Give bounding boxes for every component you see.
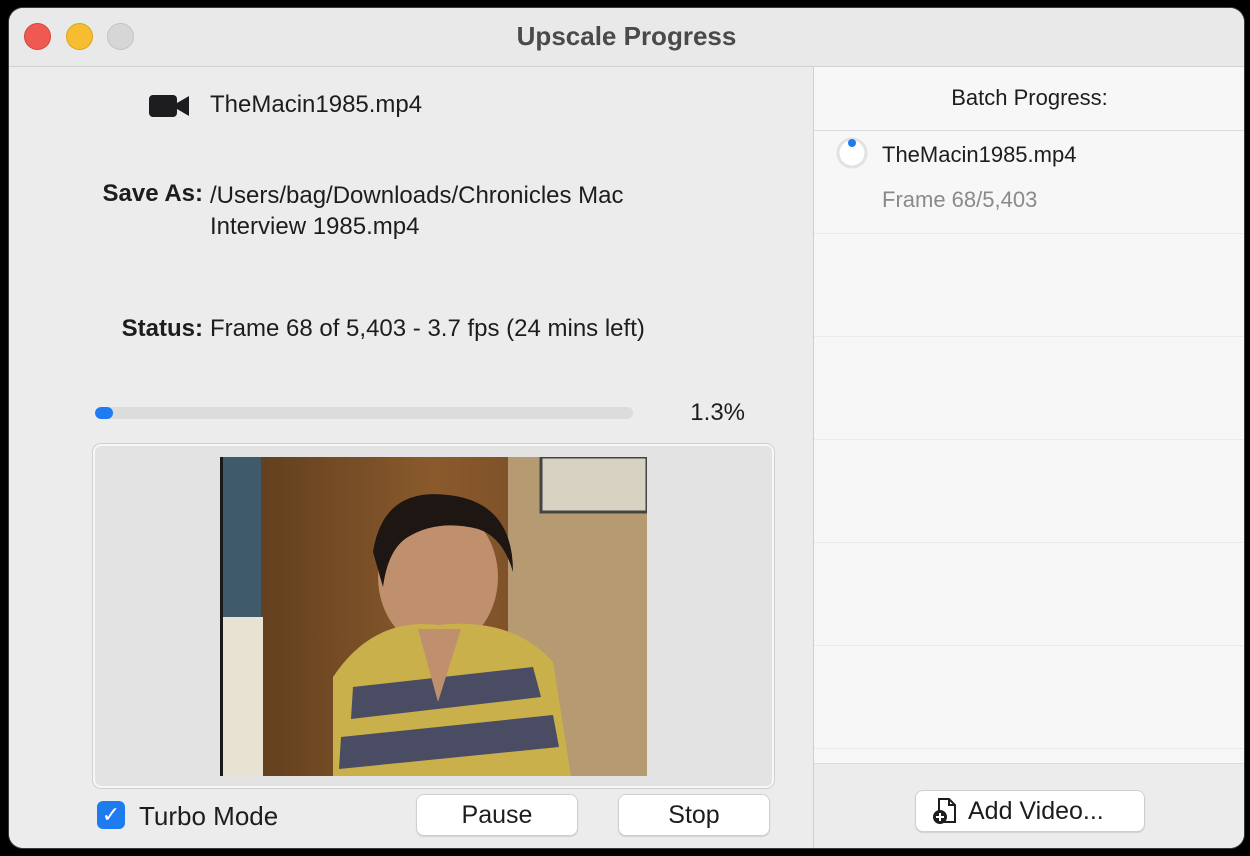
add-video-button[interactable]: Add Video...	[915, 790, 1145, 832]
batch-panel: Batch Progress: TheMacin1985.mp4 Frame 6…	[813, 67, 1244, 848]
add-document-icon	[933, 798, 956, 824]
turbo-mode-checkbox[interactable]: ✓	[97, 801, 125, 829]
job-panel: TheMacin1985.mp4 Save As: /Users/bag/Dow…	[9, 67, 813, 848]
progress-bar-fill	[95, 407, 113, 419]
list-divider	[814, 542, 1244, 543]
batch-progress-header: Batch Progress:	[814, 67, 1244, 131]
video-frame-image	[223, 457, 647, 776]
frame-preview-panel	[93, 444, 774, 788]
window-title: Upscale Progress	[516, 21, 737, 51]
video-frame-preview	[220, 457, 647, 776]
progress-spinner-icon	[836, 137, 868, 169]
source-file-name: TheMacin1985.mp4	[210, 91, 423, 118]
stop-button[interactable]: Stop	[618, 794, 770, 836]
list-divider	[814, 336, 1244, 337]
pause-button[interactable]: Pause	[416, 794, 578, 836]
list-divider	[814, 233, 1244, 234]
list-divider	[814, 439, 1244, 440]
checkmark-icon: ✓	[101, 802, 121, 827]
progress-bar	[95, 407, 633, 419]
status-text: Frame 68 of 5,403 - 3.7 fps (24 mins lef…	[210, 315, 645, 342]
list-divider	[814, 748, 1244, 749]
list-divider	[814, 645, 1244, 646]
save-as-path: /Users/bag/Downloads/Chronicles Mac Inte…	[210, 182, 624, 240]
batch-item-frame-count: Frame 68/5,403	[882, 187, 1038, 212]
video-camera-icon	[149, 95, 189, 117]
status-label: Status:	[121, 315, 203, 342]
add-video-label: Add Video...	[968, 797, 1104, 825]
turbo-mode-label[interactable]: Turbo Mode	[139, 801, 278, 832]
progress-percent: 1.3%	[690, 399, 745, 426]
title-bar: Upscale Progress	[9, 8, 1244, 67]
batch-item-file-name: TheMacin1985.mp4	[882, 142, 1077, 167]
save-as-label: Save As:	[102, 180, 204, 207]
upscale-progress-window: Upscale Progress TheMacin1985.mp4 Save A…	[9, 8, 1244, 848]
batch-footer: Add Video...	[814, 763, 1244, 848]
